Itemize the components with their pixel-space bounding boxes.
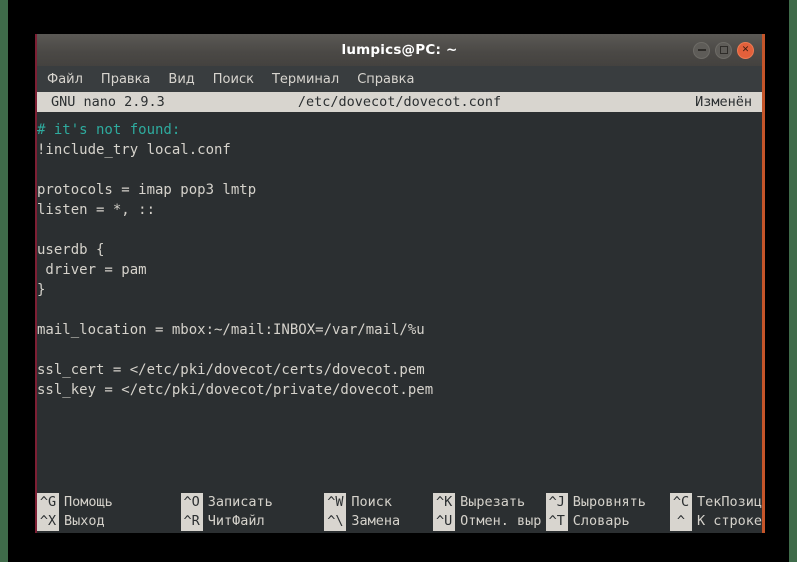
menu-item-help[interactable]: Справка xyxy=(355,70,416,89)
menu-item-file[interactable]: Файл xyxy=(45,70,85,89)
decorative-right-strip xyxy=(789,0,797,562)
menu-item-edit[interactable]: Правка xyxy=(99,70,152,89)
code-line: mail_location = mbox:~/mail:INBOX=/var/m… xyxy=(37,322,425,338)
nano-header-bar: GNU nano 2.9.3 /etc/dovecot/dovecot.conf… xyxy=(37,92,762,112)
decorative-left-strip xyxy=(0,0,8,562)
shortcut-readfile[interactable]: ^R ЧитФайл xyxy=(180,512,325,531)
shortcut-spell[interactable]: ^T Словарь xyxy=(545,512,670,531)
shortcut-key: ^R xyxy=(180,512,203,531)
code-line: userdb { xyxy=(37,242,105,258)
code-line: listen = *, :: xyxy=(37,202,156,218)
shortcut-row-2: ^X Выход ^R ЧитФайл ^\ Замена ^U Отмен. выр … xyxy=(37,512,762,531)
close-button[interactable]: ✕ xyxy=(737,41,754,59)
shortcut-key: ^W xyxy=(324,493,347,512)
shortcut-row-1: ^G Помощь ^O Записать ^W Поиск ^K Вырезать ^… xyxy=(37,493,762,512)
shortcut-key: ^G xyxy=(37,493,59,512)
nano-shortcut-bar: ^G Помощь ^O Записать ^W Поиск ^K Вырезать ^… xyxy=(37,493,762,533)
shortcut-key: ^\ xyxy=(324,512,347,531)
code-line: ssl_cert = </etc/pki/dovecot/certs/dovec… xyxy=(37,362,425,378)
maximize-button[interactable] xyxy=(715,41,732,59)
code-line: !include_try local.conf xyxy=(37,142,231,158)
code-line: # it's not found: xyxy=(37,122,181,138)
shortcut-key: ^O xyxy=(180,493,203,512)
shortcut-justify[interactable]: ^J Выровнять xyxy=(545,493,670,512)
code-line: protocols = imap pop3 lmtp xyxy=(37,182,257,198)
shortcut-gotoline[interactable]: ^ К строке xyxy=(669,512,763,531)
shortcut-help[interactable]: ^G Помощь xyxy=(37,493,181,512)
shortcut-writeout[interactable]: ^O Записать xyxy=(180,493,325,512)
shortcut-label: ЧитФайл xyxy=(207,513,265,529)
menu-item-terminal[interactable]: Терминал xyxy=(270,70,341,89)
shortcut-key: ^U xyxy=(433,512,456,531)
shortcut-replace[interactable]: ^\ Замена xyxy=(324,512,433,531)
code-line: } xyxy=(37,282,46,298)
menu-item-view[interactable]: Вид xyxy=(166,70,196,89)
shortcut-label: Вырезать xyxy=(460,494,526,510)
code-line: ssl_key = </etc/pki/dovecot/private/dove… xyxy=(37,382,434,398)
shortcut-label: Помощь xyxy=(64,494,113,510)
shortcut-label: Выровнять xyxy=(572,494,646,510)
shortcut-label: Отмен. выр xyxy=(460,513,542,529)
shortcut-label: К строке xyxy=(696,513,763,529)
shortcut-label: Поиск xyxy=(351,494,393,510)
minimize-icon xyxy=(694,43,709,58)
close-icon: ✕ xyxy=(741,44,750,55)
editor-text-area[interactable]: # it's not found: !include_try local.con… xyxy=(37,112,762,493)
shortcut-label: Словарь xyxy=(572,513,630,529)
code-line: driver = pam xyxy=(37,262,147,278)
shortcut-label: ТекПозиц xyxy=(696,494,763,510)
window-title: lumpics@PC: ~ xyxy=(341,42,458,58)
menubar: Файл Правка Вид Поиск Терминал Справка xyxy=(37,66,762,92)
shortcut-label: Замена xyxy=(351,513,401,529)
shortcut-exit[interactable]: ^X Выход xyxy=(37,512,181,531)
shortcut-cut[interactable]: ^K Вырезать xyxy=(433,493,546,512)
window-controls: ✕ xyxy=(693,34,754,66)
shortcut-key: ^K xyxy=(433,493,456,512)
maximize-icon xyxy=(716,43,731,58)
shortcut-key: ^ xyxy=(669,512,692,531)
shortcut-label: Записать xyxy=(207,494,273,510)
minimize-button[interactable] xyxy=(693,41,710,59)
shortcut-curpos[interactable]: ^C ТекПозиц xyxy=(669,493,763,512)
shortcut-key: ^J xyxy=(545,493,568,512)
window-titlebar[interactable]: lumpics@PC: ~ ✕ xyxy=(37,34,762,66)
shortcut-key: ^T xyxy=(545,512,568,531)
shortcut-label: Выход xyxy=(64,513,105,529)
shortcut-key: ^X xyxy=(37,512,59,531)
shortcut-uncut[interactable]: ^U Отмен. выр xyxy=(433,512,546,531)
menu-item-search[interactable]: Поиск xyxy=(211,70,256,89)
nano-filename: /etc/dovecot/dovecot.conf xyxy=(297,94,502,110)
shortcut-key: ^C xyxy=(669,493,692,512)
terminal-window: lumpics@PC: ~ ✕ Файл Правка Вид Поиск Те… xyxy=(35,34,765,533)
shortcut-search[interactable]: ^W Поиск xyxy=(324,493,433,512)
